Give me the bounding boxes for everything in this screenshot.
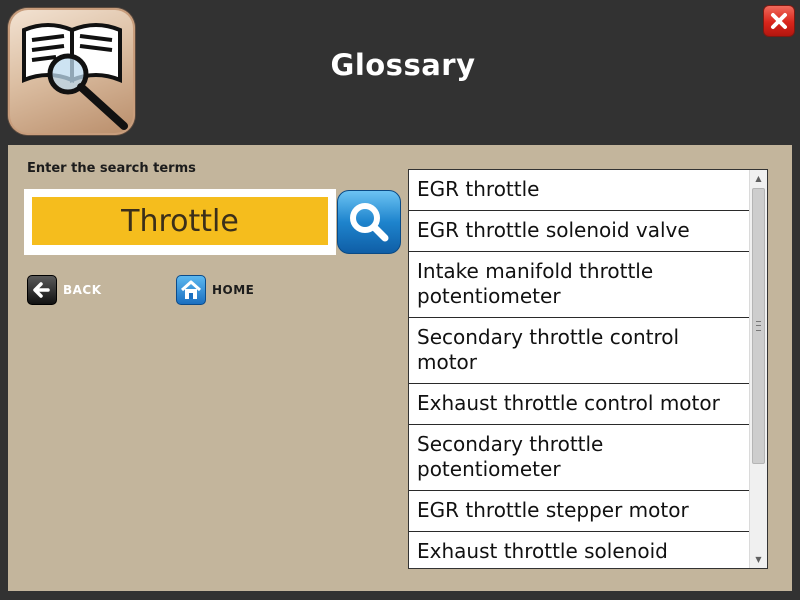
search-label: Enter the search terms	[27, 161, 196, 176]
home-icon	[176, 275, 206, 305]
search-input[interactable]	[32, 197, 328, 245]
page-title: Glossary	[330, 48, 476, 82]
scroll-thumb[interactable]	[752, 188, 765, 464]
list-item[interactable]: Secondary throttle potentiometer	[409, 425, 750, 491]
results-list[interactable]: EGR throttle EGR throttle solenoid valve I…	[408, 169, 768, 569]
list-item[interactable]: Secondary throttle control motor	[409, 318, 750, 384]
back-arrow-icon	[27, 275, 57, 305]
scroll-grip-icon	[756, 321, 761, 331]
scroll-up-arrow-icon[interactable]: ▲	[750, 170, 767, 187]
main-panel: Enter the search terms BACK HOME EGR thr…	[8, 145, 792, 591]
home-button[interactable]: HOME	[176, 275, 254, 305]
home-label: HOME	[212, 283, 255, 297]
list-item[interactable]: EGR throttle solenoid valve	[409, 211, 750, 252]
scroll-down-arrow-icon[interactable]: ▼	[750, 551, 767, 568]
list-item[interactable]: Intake manifold throttle potentiometer	[409, 252, 750, 318]
back-label: BACK	[63, 283, 102, 297]
list-item[interactable]: EGR throttle	[409, 170, 750, 211]
list-item[interactable]: Exhaust throttle control motor	[409, 384, 750, 425]
results-list-body: EGR throttle EGR throttle solenoid valve I…	[409, 170, 750, 568]
results-scrollbar[interactable]: ▲ ▼	[749, 170, 767, 568]
back-button[interactable]: BACK	[27, 275, 102, 305]
close-icon	[771, 13, 787, 29]
list-item[interactable]: Exhaust throttle solenoid	[409, 532, 750, 568]
search-box	[24, 189, 336, 255]
search-button[interactable]	[337, 190, 401, 254]
close-button[interactable]	[763, 5, 795, 37]
list-item[interactable]: EGR throttle stepper motor	[409, 491, 750, 532]
search-icon	[350, 203, 389, 242]
